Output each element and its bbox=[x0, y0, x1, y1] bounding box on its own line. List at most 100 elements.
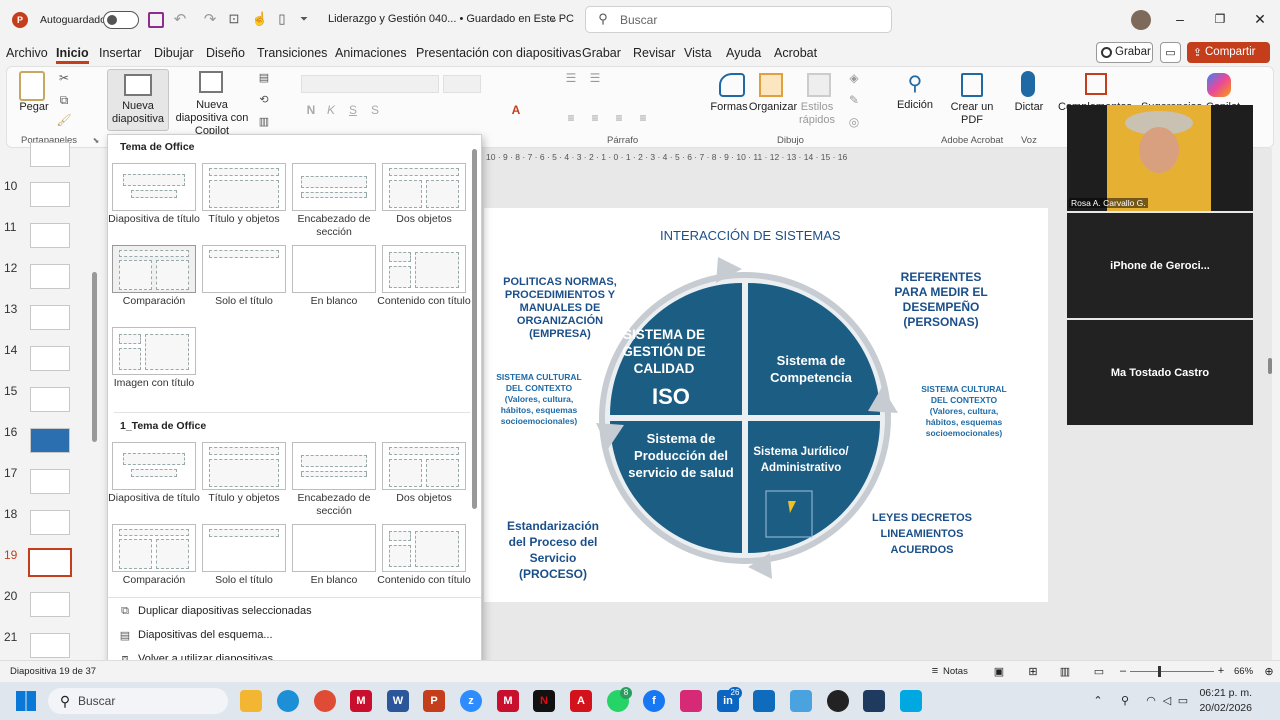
chevron-down-icon[interactable]: ⌄ bbox=[548, 12, 560, 26]
slide-thumbnail[interactable] bbox=[30, 346, 70, 371]
taskbar-search[interactable]: ⚲ Buscar bbox=[48, 688, 228, 714]
tab-inicio[interactable]: Inicio bbox=[56, 46, 89, 64]
vertical-scrollbar[interactable] bbox=[1268, 358, 1272, 374]
shapes-icon[interactable] bbox=[719, 73, 745, 97]
paste-icon[interactable] bbox=[19, 71, 45, 101]
clock-date[interactable]: 20/02/2026 bbox=[1192, 702, 1252, 714]
customize-qat-icon[interactable]: ⏷ bbox=[298, 10, 310, 28]
copy-icon[interactable]: ⧉ bbox=[57, 93, 71, 107]
shape-fill-icon[interactable]: ◈ bbox=[847, 71, 861, 85]
tab-grabar[interactable]: Grabar bbox=[582, 46, 621, 60]
section-icon[interactable]: ▥ bbox=[257, 115, 271, 128]
battery-icon[interactable]: ▭ bbox=[1176, 692, 1190, 708]
netflix-icon[interactable]: N bbox=[533, 690, 555, 712]
video-participant-3[interactable]: Ma Tostado Castro bbox=[1067, 320, 1253, 425]
photos-icon[interactable] bbox=[790, 690, 812, 712]
close-icon[interactable]: ✕ bbox=[1252, 10, 1268, 28]
slide-thumbnail[interactable] bbox=[30, 264, 70, 289]
clock-time[interactable]: 06:21 p. m. bbox=[1192, 687, 1252, 699]
chrome-icon[interactable] bbox=[314, 690, 336, 712]
align-left-icon[interactable]: ≡ bbox=[563, 111, 579, 125]
layout-section-header[interactable] bbox=[292, 442, 376, 490]
acrobat-icon[interactable]: A bbox=[570, 690, 592, 712]
layout-blank[interactable] bbox=[292, 524, 376, 572]
zoom-icon[interactable]: z bbox=[460, 690, 482, 712]
slideshow-view-icon[interactable]: ▭ bbox=[1092, 664, 1106, 678]
new-file-icon[interactable]: ▯ bbox=[274, 10, 290, 28]
layout-two-content[interactable] bbox=[382, 163, 466, 211]
format-painter-icon[interactable]: 🖌 bbox=[56, 113, 71, 127]
paste-label[interactable]: Pegar bbox=[17, 101, 51, 114]
search-box[interactable]: ⚲ Buscar bbox=[585, 6, 892, 33]
slide-thumbnail[interactable] bbox=[30, 510, 70, 535]
tab-vista[interactable]: Vista bbox=[684, 46, 712, 60]
wifi-icon[interactable]: ◠ bbox=[1144, 692, 1158, 708]
layout-title-content[interactable] bbox=[202, 442, 286, 490]
slide-thumbnail[interactable] bbox=[30, 182, 70, 207]
user-avatar[interactable] bbox=[1131, 10, 1151, 30]
present-icon[interactable]: ⊡ bbox=[226, 10, 242, 28]
tab-ayuda[interactable]: Ayuda bbox=[726, 46, 761, 60]
find-icon[interactable]: ⚲ bbox=[903, 71, 927, 95]
redo-icon[interactable]: ↷ bbox=[202, 10, 218, 28]
slide-thumbnail[interactable] bbox=[30, 469, 70, 494]
comments-icon[interactable]: ▭ bbox=[1160, 42, 1181, 63]
edge-icon[interactable] bbox=[277, 690, 299, 712]
slide-thumbnail[interactable] bbox=[30, 305, 70, 330]
word-icon[interactable]: W bbox=[387, 690, 409, 712]
underline-icon[interactable]: S bbox=[347, 103, 359, 117]
cut-icon[interactable]: ✂ bbox=[57, 71, 71, 85]
slide-thumbnail[interactable] bbox=[30, 633, 70, 658]
shape-outline-icon[interactable]: ✎ bbox=[847, 93, 861, 107]
layout-title-slide[interactable] bbox=[112, 442, 196, 490]
zoom-out-icon[interactable]: – bbox=[1118, 664, 1128, 678]
record-button[interactable]: Grabar bbox=[1096, 42, 1153, 63]
font-size-box[interactable] bbox=[443, 75, 481, 93]
reading-view-icon[interactable]: ▥ bbox=[1058, 664, 1072, 678]
tab-diseno[interactable]: Diseño bbox=[206, 46, 245, 60]
thumbnails-scrollbar[interactable] bbox=[92, 272, 97, 442]
editing-label[interactable]: Edición bbox=[893, 99, 937, 112]
facebook-icon[interactable]: f bbox=[643, 690, 665, 712]
bullets-icon[interactable]: ☰ bbox=[563, 71, 579, 85]
align-center-icon[interactable]: ≡ bbox=[587, 111, 603, 125]
quick-styles-icon[interactable] bbox=[807, 73, 831, 97]
minimize-icon[interactable]: – bbox=[1172, 10, 1188, 28]
undo-icon[interactable]: ↶ bbox=[172, 10, 188, 28]
tab-archivo[interactable]: Archivo bbox=[6, 46, 48, 60]
zoom-slider[interactable] bbox=[1130, 666, 1214, 677]
app-icon[interactable] bbox=[863, 690, 885, 712]
layout-icon[interactable]: ▤ bbox=[257, 71, 271, 84]
justify-icon[interactable]: ≡ bbox=[635, 111, 651, 125]
tab-presentacion[interactable]: Presentación con diapositivas bbox=[416, 46, 581, 60]
dropdown-scrollbar[interactable] bbox=[472, 149, 477, 509]
shapes-label[interactable]: Formas bbox=[707, 101, 751, 114]
duplicate-slides-item[interactable]: Duplicar diapositivas seleccionadas bbox=[138, 605, 312, 617]
tab-transiciones[interactable]: Transiciones bbox=[257, 46, 327, 60]
restore-icon[interactable]: ❐ bbox=[1212, 10, 1228, 28]
outline-slides-item[interactable]: Diapositivas del esquema... bbox=[138, 629, 273, 641]
layout-content-caption[interactable] bbox=[382, 245, 466, 293]
copilot-icon[interactable] bbox=[1207, 73, 1231, 97]
share-button[interactable]: ⇪ Compartir bbox=[1187, 42, 1270, 63]
layout-title-slide[interactable] bbox=[112, 163, 196, 211]
file-explorer-icon[interactable] bbox=[240, 690, 262, 712]
shadow-icon[interactable]: S bbox=[369, 103, 381, 117]
zoom-level[interactable]: 66% bbox=[1234, 666, 1253, 677]
tab-dibujar[interactable]: Dibujar bbox=[154, 46, 194, 60]
slide-thumbnail-selected[interactable] bbox=[28, 548, 72, 577]
mcafee-icon[interactable]: M bbox=[350, 690, 372, 712]
shape-effects-icon[interactable]: ◎ bbox=[847, 115, 861, 129]
powerpoint-icon[interactable]: P bbox=[423, 690, 445, 712]
zoom-in-icon[interactable]: + bbox=[1216, 664, 1226, 678]
slide-thumbnail[interactable] bbox=[30, 142, 70, 167]
slide-thumbnail[interactable] bbox=[30, 387, 70, 412]
tab-insertar[interactable]: Insertar bbox=[99, 46, 141, 60]
numbering-icon[interactable]: ☰ bbox=[587, 71, 603, 85]
volume-icon[interactable]: ◁ bbox=[1160, 692, 1174, 708]
microphone-icon[interactable] bbox=[1021, 71, 1035, 97]
security-app-icon[interactable]: M bbox=[497, 690, 519, 712]
network-icon[interactable]: ⚲ bbox=[1118, 692, 1132, 708]
tray-chevron-icon[interactable]: ⌃ bbox=[1092, 692, 1104, 708]
layout-section-header[interactable] bbox=[292, 163, 376, 211]
